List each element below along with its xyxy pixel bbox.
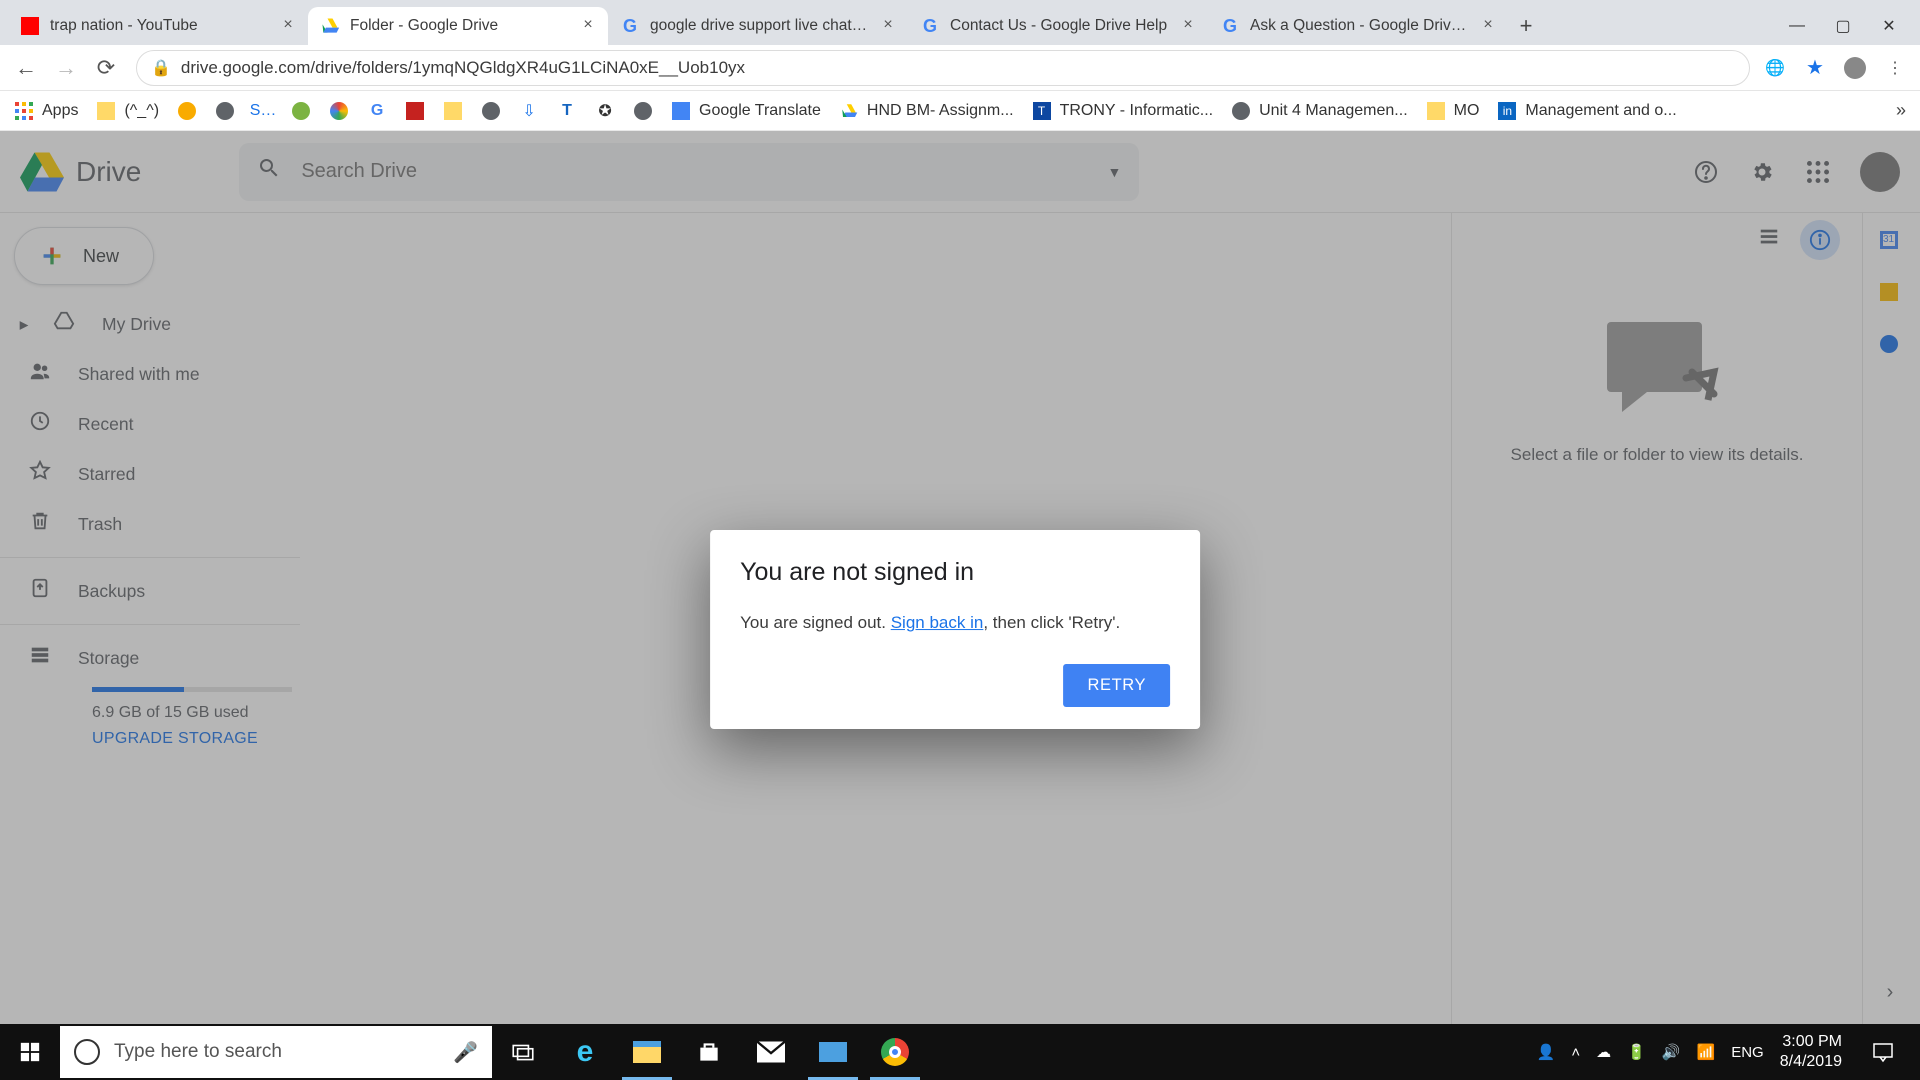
bookmark-item[interactable]: S… — [253, 101, 273, 121]
chrome-menu-icon[interactable]: ⋮ — [1884, 57, 1906, 79]
minimize-button[interactable]: — — [1788, 17, 1806, 35]
close-icon[interactable]: × — [1180, 18, 1196, 34]
tab-search[interactable]: G google drive support live chat - G × — [608, 7, 908, 45]
mic-icon[interactable]: 🎤 — [453, 1040, 478, 1065]
sign-back-in-link[interactable]: Sign back in — [891, 613, 984, 632]
start-button[interactable] — [0, 1024, 60, 1080]
bookmark-unit4[interactable]: Unit 4 Managemen... — [1231, 101, 1408, 121]
browser-tabstrip: trap nation - YouTube × Folder - Google … — [0, 0, 1920, 45]
bookmark-label: MO — [1454, 102, 1480, 120]
bookmark-label: Management and o... — [1525, 102, 1676, 120]
bookmark-label: HND BM- Assignm... — [867, 102, 1014, 120]
tab-label: Contact Us - Google Drive Help — [950, 17, 1170, 35]
tray-chevron-icon[interactable]: ˄ — [1571, 1044, 1580, 1061]
signin-modal: You are not signed in You are signed out… — [710, 530, 1200, 730]
close-icon[interactable]: × — [880, 18, 896, 34]
profile-avatar[interactable] — [1844, 57, 1866, 79]
youtube-icon — [20, 16, 40, 36]
windows-search[interactable]: Type here to search 🎤 — [60, 1026, 492, 1078]
tray-people-icon[interactable]: 👤 — [1537, 1043, 1556, 1061]
tray-language[interactable]: ENG — [1731, 1044, 1764, 1061]
taskbar-mail[interactable] — [740, 1024, 802, 1080]
bookmark-item[interactable] — [481, 101, 501, 121]
lock-icon: 🔒 — [151, 58, 171, 78]
bookmark-item[interactable]: ⇩ — [519, 101, 539, 121]
address-bar: ← → ⟳ 🔒 drive.google.com/drive/folders/1… — [0, 45, 1920, 91]
retry-button[interactable]: RETRY — [1063, 664, 1170, 707]
url-text: drive.google.com/drive/folders/1ymqNQGld… — [181, 58, 745, 78]
bookmark-item[interactable]: T — [557, 101, 577, 121]
bookmark-item[interactable] — [329, 101, 349, 121]
forward-button[interactable]: → — [50, 52, 82, 84]
tab-drive[interactable]: Folder - Google Drive × — [308, 7, 608, 45]
bookmark-item[interactable] — [633, 101, 653, 121]
close-icon[interactable]: × — [1480, 18, 1496, 34]
taskbar-app[interactable] — [802, 1024, 864, 1080]
tray-volume-icon[interactable]: 🔊 — [1662, 1043, 1681, 1061]
tray-onedrive-icon[interactable]: ☁ — [1596, 1043, 1611, 1061]
tray-time: 3:00 PM — [1780, 1032, 1842, 1052]
bookmark-item[interactable] — [405, 101, 425, 121]
tab-ask[interactable]: G Ask a Question - Google Drive He × — [1208, 7, 1508, 45]
taskbar-store[interactable] — [678, 1024, 740, 1080]
tab-label: trap nation - YouTube — [50, 17, 270, 35]
action-center-icon[interactable] — [1864, 1033, 1902, 1071]
bookmark-label: (^_^) — [124, 102, 159, 120]
bookmark-item[interactable] — [291, 101, 311, 121]
bookmark-item[interactable]: G — [367, 101, 387, 121]
cortana-icon — [74, 1039, 100, 1065]
drive-app: Drive ▼ New — [0, 131, 1920, 1024]
modal-title: You are not signed in — [740, 558, 1170, 587]
bookmarks-bar: Apps (^_^) S… G ⇩ T ✪ Google Translate H… — [0, 91, 1920, 131]
tab-label: Folder - Google Drive — [350, 17, 570, 35]
taskbar-chrome[interactable] — [864, 1024, 926, 1080]
bookmark-item[interactable]: (^_^) — [96, 101, 159, 121]
tray-date: 8/4/2019 — [1780, 1052, 1842, 1072]
maximize-button[interactable]: ▢ — [1834, 17, 1852, 35]
drive-icon — [839, 101, 859, 121]
windows-taskbar: Type here to search 🎤 e 👤 ˄ ☁ 🔋 🔊 📶 ENG … — [0, 1024, 1920, 1080]
taskbar-edge[interactable]: e — [554, 1024, 616, 1080]
bookmark-label: Unit 4 Managemen... — [1259, 102, 1408, 120]
google-icon: G — [620, 16, 640, 36]
tab-label: google drive support live chat - G — [650, 17, 870, 35]
bookmark-trony[interactable]: TTRONY - Informatic... — [1032, 101, 1214, 121]
tab-youtube[interactable]: trap nation - YouTube × — [8, 7, 308, 45]
google-icon: G — [920, 16, 940, 36]
tray-battery-icon[interactable]: 🔋 — [1627, 1043, 1646, 1061]
windows-search-placeholder: Type here to search — [114, 1041, 282, 1063]
tray-wifi-icon[interactable]: 📶 — [1697, 1043, 1716, 1061]
bookmark-label: TRONY - Informatic... — [1060, 102, 1214, 120]
google-icon: G — [1220, 16, 1240, 36]
bookmark-item[interactable]: ✪ — [595, 101, 615, 121]
taskbar-explorer[interactable] — [616, 1024, 678, 1080]
bookmark-label: Google Translate — [699, 102, 821, 120]
translate-icon[interactable]: 🌐 — [1764, 57, 1786, 79]
bookmark-star-icon[interactable]: ★ — [1804, 57, 1826, 79]
modal-message: You are signed out. Sign back in, then c… — [740, 611, 1170, 635]
close-window-button[interactable]: ✕ — [1880, 17, 1898, 35]
bookmark-hnd[interactable]: HND BM- Assignm... — [839, 101, 1014, 121]
bookmark-item[interactable] — [215, 101, 235, 121]
bookmarks-overflow-icon[interactable]: » — [1896, 100, 1906, 121]
bookmark-translate[interactable]: Google Translate — [671, 101, 821, 121]
tray-clock[interactable]: 3:00 PM 8/4/2019 — [1780, 1032, 1842, 1072]
omnibox[interactable]: 🔒 drive.google.com/drive/folders/1ymqNQG… — [136, 50, 1750, 86]
reload-button[interactable]: ⟳ — [90, 52, 122, 84]
bookmark-mo[interactable]: MO — [1426, 101, 1480, 121]
drive-icon — [320, 16, 340, 36]
back-button[interactable]: ← — [10, 52, 42, 84]
tab-label: Ask a Question - Google Drive He — [1250, 17, 1470, 35]
bookmark-label: Apps — [42, 102, 78, 120]
bookmark-item[interactable] — [177, 101, 197, 121]
bookmark-linkedin[interactable]: inManagement and o... — [1497, 101, 1676, 121]
task-view-icon[interactable] — [492, 1024, 554, 1080]
apps-grid-icon — [14, 101, 34, 121]
tab-contact[interactable]: G Contact Us - Google Drive Help × — [908, 7, 1208, 45]
bookmark-item[interactable] — [443, 101, 463, 121]
new-tab-button[interactable]: + — [1508, 7, 1544, 45]
close-icon[interactable]: × — [280, 18, 296, 34]
bookmark-apps[interactable]: Apps — [14, 101, 78, 121]
close-icon[interactable]: × — [580, 18, 596, 34]
